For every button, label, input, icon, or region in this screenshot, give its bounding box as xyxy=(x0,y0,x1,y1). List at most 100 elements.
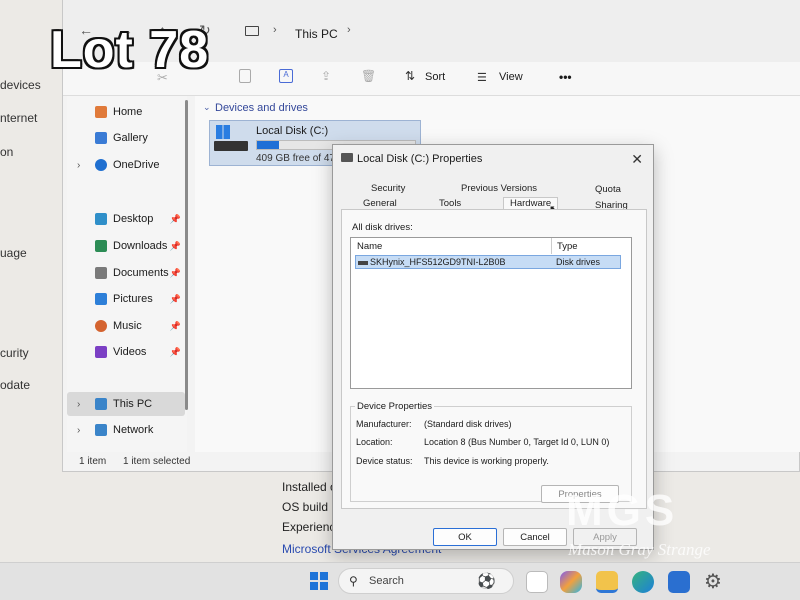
chevron-right-icon[interactable]: › xyxy=(77,160,80,171)
navigation-pane: Home Gallery › OneDrive Desktop 📌 Download… xyxy=(67,96,187,452)
nav-item-this-pc[interactable]: › This PC xyxy=(67,392,185,416)
close-icon[interactable]: ✕ xyxy=(631,151,643,168)
disk-icon xyxy=(358,261,368,265)
more-options-button[interactable]: ••• xyxy=(559,70,572,84)
copilot-icon[interactable] xyxy=(560,571,582,593)
nav-scrollbar[interactable] xyxy=(185,100,188,410)
nav-item-network[interactable]: › Network xyxy=(67,418,185,442)
store-icon[interactable] xyxy=(668,571,690,593)
chevron-right-icon: › xyxy=(273,24,277,36)
table-row[interactable]: SKHynix_HFS512GD9TNI-L2B0B Disk drives xyxy=(355,255,621,269)
nav-item-music[interactable]: Music 📌 xyxy=(67,314,185,338)
pin-icon: 📌 xyxy=(169,320,181,331)
settings-nav-item[interactable]: on xyxy=(0,145,13,159)
watermark-name: Mason Gray Strange xyxy=(568,540,711,559)
settings-nav-item[interactable]: devices xyxy=(0,78,41,92)
nav-item-downloads[interactable]: Downloads 📌 xyxy=(67,234,185,258)
settings-nav-item[interactable]: curity xyxy=(0,346,29,360)
edge-icon[interactable] xyxy=(632,571,654,593)
drive-usage-fill xyxy=(257,141,280,149)
drive-body-icon xyxy=(214,141,248,151)
windows-start-icon[interactable] xyxy=(310,572,328,590)
device-status-label: Device status: xyxy=(356,456,413,466)
manufacturer-label: Manufacturer: xyxy=(356,419,412,429)
network-icon xyxy=(95,424,107,436)
nav-item-label: Downloads xyxy=(113,240,168,252)
tab-security[interactable]: Security xyxy=(371,183,405,194)
drive-icon xyxy=(341,153,353,162)
breadcrumb-this-pc[interactable]: This PC xyxy=(295,27,338,41)
music-icon xyxy=(95,320,107,332)
cancel-button[interactable]: Cancel xyxy=(503,528,567,546)
sort-button[interactable]: Sort xyxy=(425,71,445,83)
desktop-icon xyxy=(95,213,107,225)
nav-item-videos[interactable]: Videos 📌 xyxy=(67,340,185,364)
item-count: 1 item xyxy=(79,456,107,467)
nav-item-home[interactable]: Home xyxy=(67,100,185,124)
nav-item-onedrive[interactable]: › OneDrive xyxy=(67,153,185,177)
tab-previous-versions[interactable]: Previous Versions xyxy=(461,183,537,194)
nav-item-desktop[interactable]: Desktop 📌 xyxy=(67,207,185,231)
sort-icon: ⇅ xyxy=(405,69,416,83)
pc-icon xyxy=(95,398,107,410)
watermark-logo: MGS xyxy=(566,486,679,535)
selected-count: 1 item selected xyxy=(123,456,191,467)
search-icon: ⚲ xyxy=(349,574,358,588)
nav-item-documents[interactable]: Documents 📌 xyxy=(67,261,185,285)
nav-item-label: This PC xyxy=(113,398,153,410)
nav-item-label: Gallery xyxy=(113,132,148,144)
settings-nav-item[interactable]: uage xyxy=(0,246,27,260)
chevron-right-icon[interactable]: › xyxy=(77,399,80,410)
settings-row-label: Installed o xyxy=(282,480,337,494)
view-icon: ☰ xyxy=(477,72,487,84)
settings-nav-item[interactable]: odate xyxy=(0,378,30,392)
nav-item-label: Desktop xyxy=(113,213,154,225)
pin-icon: 📌 xyxy=(169,267,181,278)
taskbar-app-icon[interactable] xyxy=(526,571,548,593)
nav-item-gallery[interactable]: Gallery xyxy=(67,126,185,150)
lot-label: Lot 78 xyxy=(50,21,210,79)
settings-gear-icon[interactable]: ⚙ xyxy=(704,569,722,594)
view-button[interactable]: View xyxy=(499,71,523,83)
nav-item-pictures[interactable]: Pictures 📌 xyxy=(67,287,185,311)
location-label: Location: xyxy=(356,437,393,447)
pin-icon: 📌 xyxy=(169,240,181,251)
delete-icon[interactable]: 🗑 xyxy=(361,69,376,83)
ok-button[interactable]: OK xyxy=(433,528,497,546)
column-header-type[interactable]: Type xyxy=(557,241,578,252)
disk-name-cell: SKHynix_HFS512GD9TNI-L2B0B xyxy=(370,257,506,267)
tab-general[interactable]: General xyxy=(363,198,397,209)
column-header-name[interactable]: Name xyxy=(357,241,382,252)
column-divider[interactable] xyxy=(551,238,552,254)
pin-icon: 📌 xyxy=(169,346,181,357)
gallery-icon xyxy=(95,132,107,144)
nav-item-label: Home xyxy=(113,106,143,118)
home-icon xyxy=(95,106,107,118)
section-header-devices[interactable]: Devices and drives xyxy=(215,102,308,114)
nav-item-label: Music xyxy=(113,320,142,332)
soccer-ball-icon: ⚽ xyxy=(477,573,496,590)
drive-free-space: 409 GB free of 47 xyxy=(256,153,335,164)
nav-item-label: Videos xyxy=(113,346,147,358)
settings-row-label: OS build xyxy=(282,500,329,514)
search-label: Search xyxy=(369,575,404,587)
settings-nav-item[interactable]: nternet xyxy=(0,111,37,125)
rename-icon[interactable]: A xyxy=(279,69,293,83)
folder-icon[interactable] xyxy=(596,571,618,593)
settings-row-label: Experienc xyxy=(282,520,336,534)
download-icon xyxy=(95,240,107,252)
copy-icon[interactable] xyxy=(239,69,251,83)
monitor-icon xyxy=(245,26,259,36)
share-icon[interactable]: ⇪ xyxy=(321,69,331,83)
chevron-down-icon[interactable]: ⌄ xyxy=(203,102,211,113)
windows-drive-icon xyxy=(216,125,230,139)
location-value: Location 8 (Bus Number 0, Target Id 0, L… xyxy=(424,437,610,447)
tab-tools[interactable]: Tools xyxy=(439,198,461,209)
chevron-right-icon[interactable]: › xyxy=(77,425,80,436)
taskbar-search-box[interactable]: ⚲ Search ⚽ xyxy=(338,568,514,594)
tab-quota[interactable]: Quota xyxy=(595,184,621,195)
pin-icon: 📌 xyxy=(169,293,181,304)
taskbar: ⚲ Search ⚽ ⚙ xyxy=(0,562,800,600)
disk-list: Name Type SKHynix_HFS512GD9TNI-L2B0B Dis… xyxy=(350,237,632,389)
hardware-tab-panel: All disk drives: Name Type SKHynix_HFS51… xyxy=(341,209,647,509)
